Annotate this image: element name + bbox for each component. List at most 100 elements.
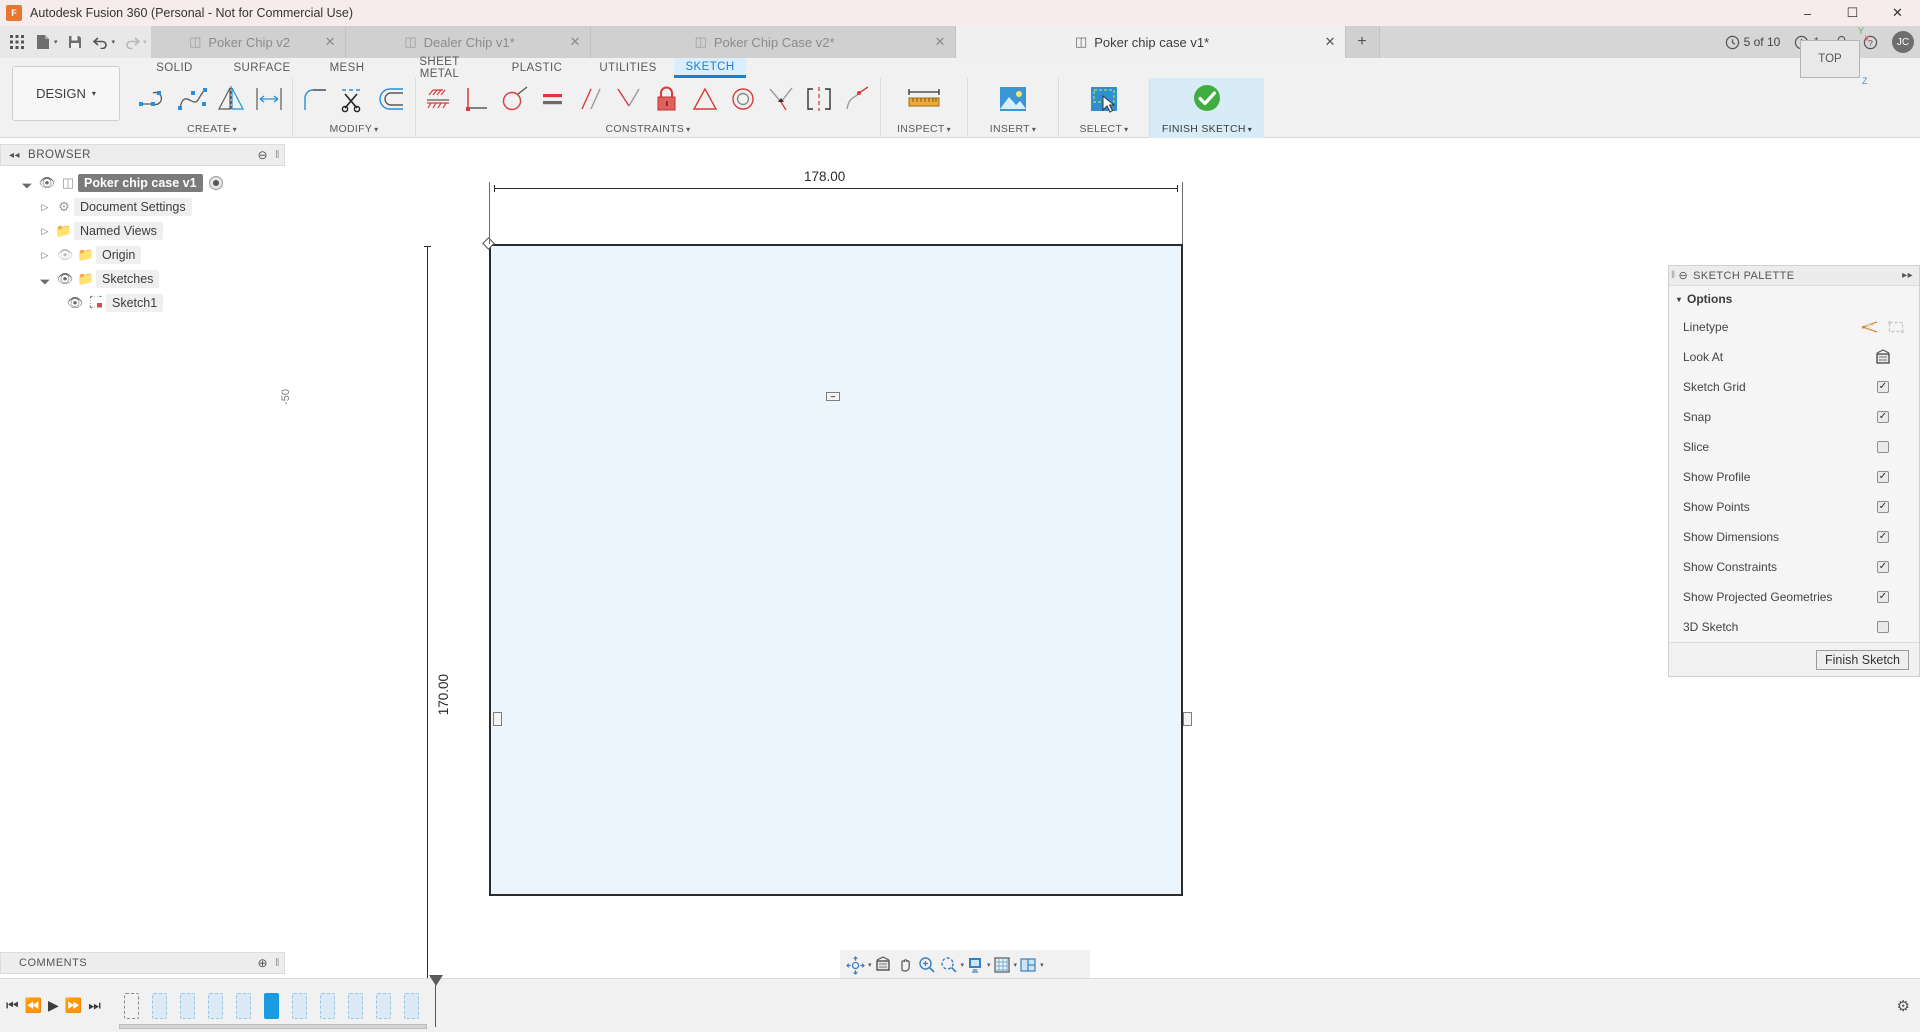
chevron-down-icon[interactable]: ▾	[1032, 125, 1036, 134]
visibility-eye-off-icon[interactable]: 👁	[54, 247, 76, 263]
constraint-parallel-icon[interactable]	[572, 79, 610, 119]
browser-item-sketch1[interactable]: 👁 Sketch1	[0, 291, 290, 315]
create-spline-icon[interactable]	[174, 79, 212, 119]
viewports-icon[interactable]	[1017, 952, 1039, 978]
palette-grip-icon[interactable]: ‖	[1671, 270, 1676, 281]
timeline-go-end-button[interactable]: ⏭	[88, 997, 101, 1014]
zoom-icon[interactable]	[916, 952, 938, 978]
constraint-tangent-icon[interactable]	[496, 79, 534, 119]
pan-icon[interactable]	[894, 952, 916, 978]
constraint-glyph-top-horizontal[interactable]: ━	[826, 392, 840, 401]
show-projected-geometries-checkbox[interactable]: ✓	[1877, 591, 1889, 603]
undo-icon[interactable]	[88, 29, 114, 55]
centerline-icon[interactable]	[1883, 320, 1909, 334]
tab-poker-chip-case-v2[interactable]: ◫ Poker Chip Case v2* ✕	[590, 26, 956, 58]
options-section-header[interactable]: ▾ Options	[1669, 286, 1919, 312]
constraint-curvature-icon[interactable]	[838, 79, 876, 119]
timeline-features[interactable]	[118, 974, 443, 1029]
timeline-go-start-button[interactable]: ⏮	[6, 997, 19, 1014]
palette-options-icon[interactable]: ⊖	[1679, 269, 1689, 282]
tab-poker-chip-case-v1[interactable]: ◫ Poker chip case v1* ✕	[955, 26, 1346, 58]
visibility-eye-icon[interactable]: 👁	[64, 295, 86, 311]
look-at-icon[interactable]	[872, 952, 894, 978]
chevron-down-icon[interactable]: ▾	[1124, 125, 1128, 134]
maximize-button[interactable]: ☐	[1830, 0, 1875, 26]
create-line-icon[interactable]	[136, 79, 174, 119]
constraint-concentric-icon[interactable]	[724, 79, 762, 119]
show-profile-checkbox[interactable]: ✓	[1877, 471, 1889, 483]
timeline-feature[interactable]	[399, 991, 425, 1021]
orbit-icon[interactable]	[844, 952, 867, 978]
snap-checkbox[interactable]: ✓	[1877, 411, 1889, 423]
dimension-height-label[interactable]: 170.00	[432, 674, 455, 716]
comments-options-icon[interactable]: ⊕	[257, 956, 268, 970]
new-file-icon[interactable]	[30, 29, 56, 55]
save-icon[interactable]	[62, 29, 88, 55]
gear-icon[interactable]: ⚙	[1897, 997, 1910, 1015]
sketch-grid-checkbox[interactable]: ✓	[1877, 381, 1889, 393]
constraint-lock-icon[interactable]	[648, 79, 686, 119]
chevron-down-icon[interactable]: ▾	[947, 125, 951, 134]
browser-options-icon[interactable]: ⊖	[257, 148, 268, 162]
view-cube-top-face[interactable]: TOP	[1800, 40, 1860, 78]
tab-utilities[interactable]: UTILITIES	[582, 59, 674, 77]
new-tab-button[interactable]: +	[1345, 26, 1380, 58]
tab-close-icon[interactable]: ✕	[570, 34, 581, 50]
modify-trim-icon[interactable]	[335, 79, 373, 119]
chevron-down-icon[interactable]: ▾	[233, 125, 237, 134]
timeline-feature[interactable]	[119, 991, 145, 1021]
tab-solid[interactable]: SOLID	[132, 59, 217, 77]
tab-close-icon[interactable]: ✕	[935, 34, 946, 50]
app-grid-icon[interactable]	[4, 29, 30, 55]
grid-snaps-icon[interactable]	[991, 952, 1013, 978]
show-dimensions-checkbox[interactable]: ✓	[1877, 531, 1889, 543]
tab-mesh[interactable]: MESH	[307, 59, 387, 77]
collapse-icon[interactable]: ◂◂	[9, 150, 20, 161]
insert-image-icon[interactable]	[984, 79, 1042, 119]
sketch-rectangle[interactable]	[489, 244, 1183, 896]
view-cube[interactable]: TOP Y X Z	[1792, 26, 1870, 88]
modify-offset-icon[interactable]	[373, 79, 411, 119]
show-points-checkbox[interactable]: ✓	[1877, 501, 1889, 513]
close-button[interactable]: ✕	[1875, 0, 1920, 26]
redo-icon[interactable]	[119, 29, 145, 55]
slice-checkbox[interactable]	[1877, 441, 1889, 453]
chevron-down-icon[interactable]: ▾	[374, 125, 378, 134]
expand-arrow-icon[interactable]: ◢	[17, 173, 38, 194]
timeline-feature[interactable]	[231, 991, 257, 1021]
tab-close-icon[interactable]: ✕	[1325, 34, 1336, 50]
expand-arrow-icon[interactable]: ◢	[35, 269, 56, 290]
chevron-down-icon[interactable]: ▾	[686, 125, 690, 134]
timeline-feature[interactable]	[203, 991, 229, 1021]
construction-line-icon[interactable]	[1857, 320, 1883, 334]
select-tool-icon[interactable]	[1075, 79, 1133, 119]
zoom-window-icon[interactable]	[938, 952, 960, 978]
browser-item-named-views[interactable]: ▷ 📁 Named Views	[0, 219, 290, 243]
timeline-play-button[interactable]: ▶	[48, 997, 59, 1014]
active-component-radio[interactable]	[208, 176, 223, 190]
workspace-selector-button[interactable]: DESIGN ▾	[12, 66, 120, 121]
timeline-step-forward-button[interactable]: ⏩	[65, 997, 82, 1014]
timeline-feature[interactable]	[175, 991, 201, 1021]
look-at-icon[interactable]	[1857, 349, 1909, 365]
constraint-perpendicular-icon[interactable]	[458, 79, 496, 119]
expand-arrow-icon[interactable]: ▷	[36, 250, 54, 261]
timeline-feature[interactable]	[371, 991, 397, 1021]
timeline-scrollbar[interactable]	[118, 1023, 427, 1029]
constraint-glyph-right-vertical[interactable]	[1183, 712, 1192, 726]
browser-resize-grip[interactable]: ‖	[275, 149, 280, 161]
finish-sketch-icon[interactable]	[1178, 79, 1236, 119]
chevron-down-icon[interactable]: ▾	[1248, 125, 1252, 134]
inspect-measure-icon[interactable]	[895, 79, 953, 119]
tab-plastic[interactable]: PLASTIC	[492, 59, 582, 77]
constraint-glyph-left-vertical[interactable]	[493, 712, 502, 726]
tab-close-icon[interactable]: ✕	[325, 34, 336, 50]
timeline-feature[interactable]	[287, 991, 313, 1021]
browser-item-poker-chip-case-v1[interactable]: ◢ 👁 ◫ Poker chip case v1	[0, 171, 290, 195]
timeline-feature[interactable]	[315, 991, 341, 1021]
timeline-step-back-button[interactable]: ⏪	[25, 997, 42, 1014]
expand-arrow-icon[interactable]: ▷	[36, 202, 54, 213]
constraint-horizontal-vertical-icon[interactable]	[534, 79, 572, 119]
minimize-button[interactable]: –	[1785, 0, 1830, 26]
tab-sketch[interactable]: SKETCH	[674, 58, 746, 78]
